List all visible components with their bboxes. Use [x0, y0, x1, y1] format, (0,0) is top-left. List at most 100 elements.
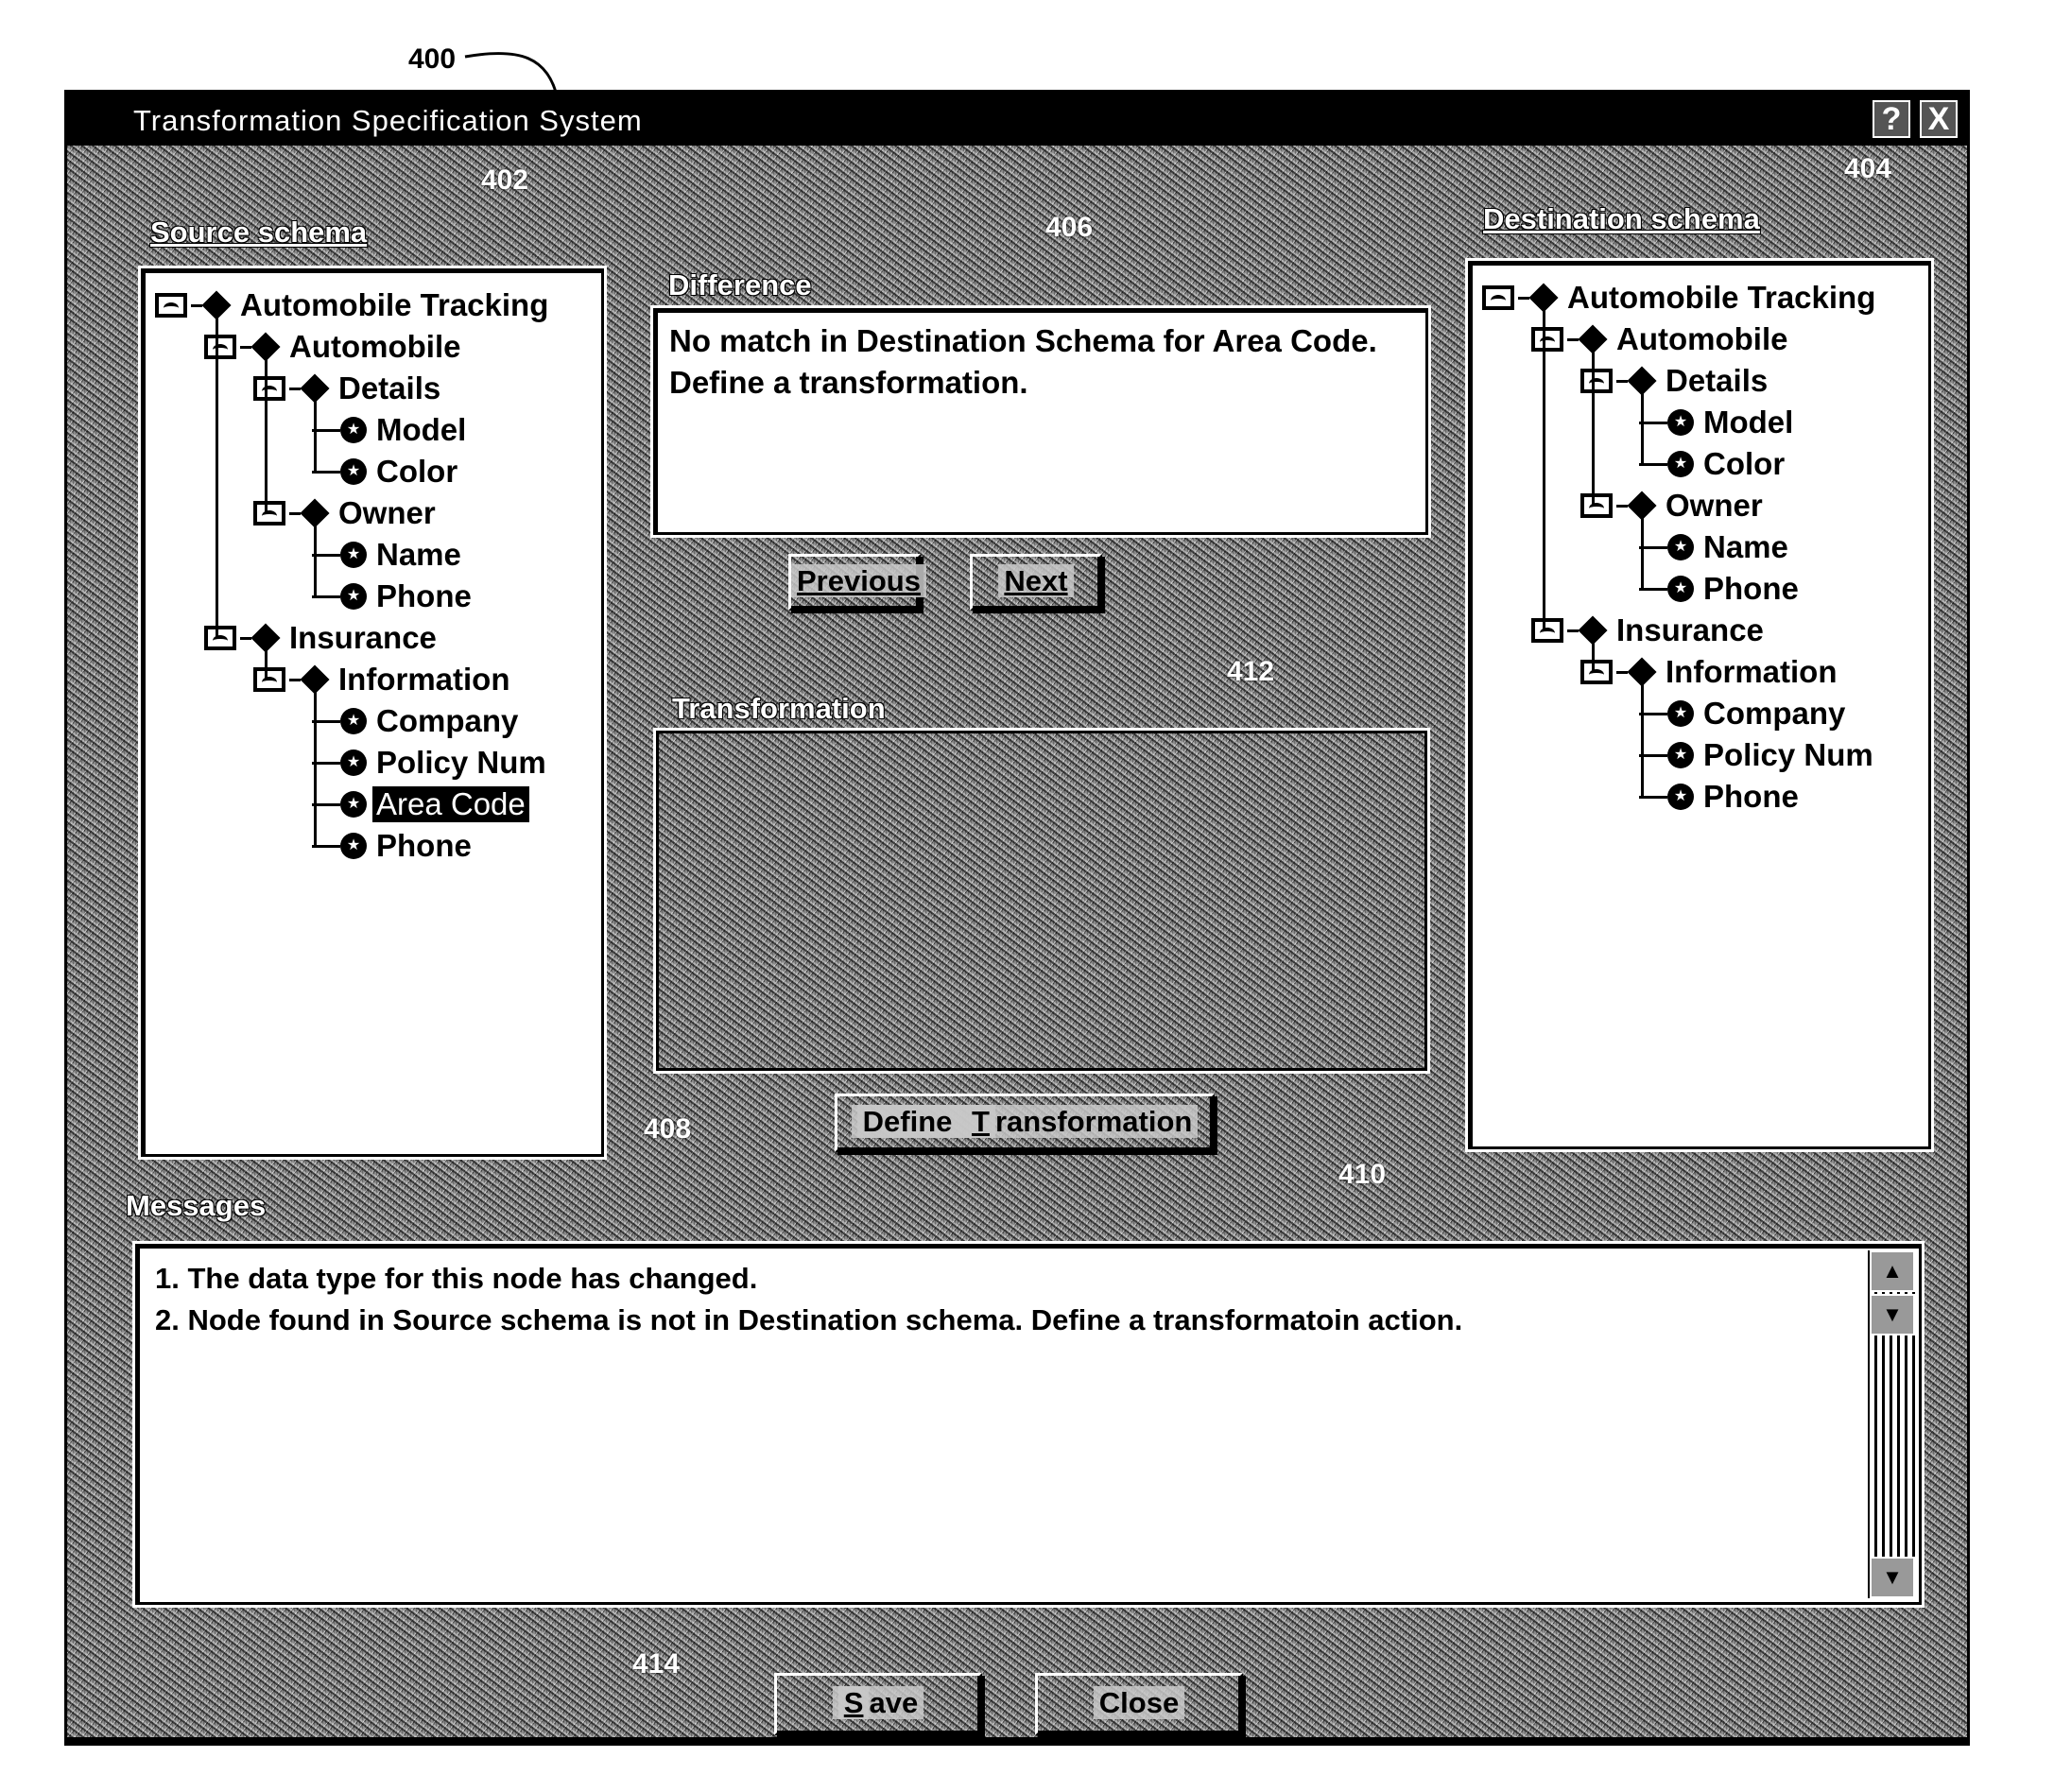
tree-node[interactable]: ★ Company	[312, 700, 522, 742]
scroll-up-button[interactable]: ▲	[1870, 1250, 1915, 1292]
tree-node[interactable]: ★ Policy Num	[1639, 734, 1877, 776]
tree-connector	[216, 317, 218, 638]
next-button-label: Next	[998, 564, 1074, 597]
star-circle-icon: ★	[340, 417, 367, 443]
tree-node[interactable]: Details	[253, 368, 444, 409]
collapse-box-icon[interactable]	[1531, 327, 1563, 352]
window-client: Source schema 402 Automobile Tracking Aut…	[67, 146, 1967, 1743]
destination-schema-tree[interactable]: Automobile Tracking Automobile Details ★ Mod…	[1468, 261, 1931, 1149]
tree-connector	[1641, 683, 1644, 797]
define-transformation-button[interactable]: Define Transformation	[835, 1094, 1215, 1152]
save-button[interactable]: Save	[774, 1673, 982, 1735]
tree-node[interactable]: ★ Company	[1639, 693, 1849, 734]
diamond-icon	[1627, 491, 1657, 521]
tree-node-label: Model	[1703, 405, 1794, 439]
diamond-icon	[250, 623, 281, 653]
tree-connector	[191, 303, 202, 307]
tree-node-label: Company	[376, 703, 519, 738]
ref-label-402: 402	[481, 164, 529, 196]
tree-node[interactable]: ★ Color	[312, 451, 461, 492]
tree-node-label: Insurance	[1616, 612, 1764, 647]
tree-connector	[1616, 379, 1628, 383]
messages-scrollbar[interactable]: ▲ ▼ ▼	[1868, 1250, 1915, 1598]
tree-node[interactable]: Automobile	[204, 326, 464, 368]
collapse-box-icon[interactable]	[1482, 285, 1514, 310]
next-button[interactable]: Next	[970, 554, 1102, 611]
tree-node[interactable]: Owner	[1580, 485, 1767, 526]
tree-node-label: Information	[338, 662, 510, 697]
tree-connector	[314, 691, 317, 846]
messages-panel[interactable]: 1. The data type for this node has chang…	[135, 1244, 1922, 1605]
tree-node[interactable]: Information	[253, 659, 513, 700]
difference-panel[interactable]: No match in Destination Schema for Area …	[653, 308, 1428, 535]
tree-node[interactable]: ★ Phone	[1639, 568, 1803, 610]
tree-node-label: Company	[1703, 696, 1846, 731]
diamond-icon	[300, 373, 330, 404]
collapse-box-icon[interactable]	[1580, 660, 1613, 684]
tree-node[interactable]: ★ Model	[1639, 402, 1797, 443]
ref-label-414: 414	[632, 1648, 681, 1680]
tree-node[interactable]: ★ Phone	[1639, 776, 1803, 818]
close-button[interactable]: Close	[1035, 1673, 1243, 1735]
app-window: Transformation Specification System ? X …	[64, 90, 1970, 1746]
tree-connector	[1567, 629, 1579, 632]
tree-node-label: Details	[338, 370, 441, 405]
tree-node-label: Color	[376, 454, 458, 489]
tree-node[interactable]: ★ Phone	[312, 576, 475, 617]
tree-node[interactable]: Details	[1580, 360, 1771, 402]
star-circle-icon: ★	[1667, 409, 1694, 436]
tree-node[interactable]: Owner	[253, 492, 440, 534]
collapse-box-icon[interactable]	[1531, 618, 1563, 643]
window-close-button[interactable]: X	[1920, 100, 1958, 138]
collapse-box-icon[interactable]	[253, 501, 285, 526]
tree-node-label: Name	[376, 537, 461, 572]
star-circle-icon: ★	[1667, 700, 1694, 727]
tree-node[interactable]: ★ Name	[312, 534, 465, 576]
collapse-box-icon[interactable]	[253, 376, 285, 401]
tree-node[interactable]: ★ Model	[312, 409, 470, 451]
save-button-label: Save	[832, 1686, 924, 1719]
diamond-icon	[1627, 657, 1657, 687]
tree-node[interactable]: ★ Phone	[312, 825, 475, 867]
tree-node[interactable]: ★ Area Code	[312, 784, 529, 825]
star-circle-icon: ★	[1667, 784, 1694, 810]
source-schema-label: Source schema	[150, 215, 368, 249]
tree-node[interactable]: ★ Policy Num	[312, 742, 550, 784]
star-circle-icon: ★	[340, 791, 367, 818]
star-circle-icon: ★	[340, 833, 367, 859]
save-label-rest: ave	[869, 1686, 919, 1719]
message-item: 1. The data type for this node has chang…	[155, 1262, 758, 1295]
tree-node-label: Phone	[1703, 779, 1799, 814]
collapse-box-icon[interactable]	[1580, 369, 1613, 393]
tree-node-label: Phone	[1703, 571, 1799, 606]
tree-connector	[1567, 337, 1579, 341]
transformation-panel[interactable]	[653, 728, 1430, 1074]
previous-button[interactable]: Previous	[788, 554, 926, 611]
help-button[interactable]: ?	[1873, 100, 1910, 138]
tree-node[interactable]: Insurance	[204, 617, 440, 659]
tree-node-label: Phone	[376, 578, 472, 613]
collapse-box-icon[interactable]	[204, 626, 236, 650]
tree-node[interactable]: Automobile	[1531, 319, 1791, 360]
tree-node[interactable]: ★ Name	[1639, 526, 1792, 568]
collapse-box-icon[interactable]	[1580, 493, 1613, 518]
collapse-box-icon[interactable]	[204, 335, 236, 359]
tree-node[interactable]: Insurance	[1531, 610, 1768, 651]
tree-node[interactable]: Information	[1580, 651, 1840, 693]
source-schema-tree[interactable]: Automobile Tracking Automobile Details ★ Mod…	[141, 268, 604, 1157]
collapse-box-icon[interactable]	[155, 293, 187, 318]
tree-node-label: Information	[1666, 654, 1838, 689]
diamond-icon	[300, 498, 330, 528]
define-label-mnemonic: T	[966, 1105, 995, 1138]
scroll-down-button[interactable]: ▼	[1870, 1557, 1915, 1598]
tree-node[interactable]: ★ Color	[1639, 443, 1788, 485]
tree-connector	[1518, 296, 1529, 300]
tree-node-label: Owner	[338, 495, 436, 530]
star-circle-icon: ★	[1667, 742, 1694, 768]
diamond-icon	[1528, 283, 1559, 313]
tree-connector	[314, 525, 317, 596]
scroll-thumb[interactable]: ▼	[1870, 1294, 1915, 1335]
tree-node-label: Details	[1666, 363, 1769, 398]
tree-node-label: Automobile	[289, 329, 461, 364]
collapse-box-icon[interactable]	[253, 667, 285, 692]
